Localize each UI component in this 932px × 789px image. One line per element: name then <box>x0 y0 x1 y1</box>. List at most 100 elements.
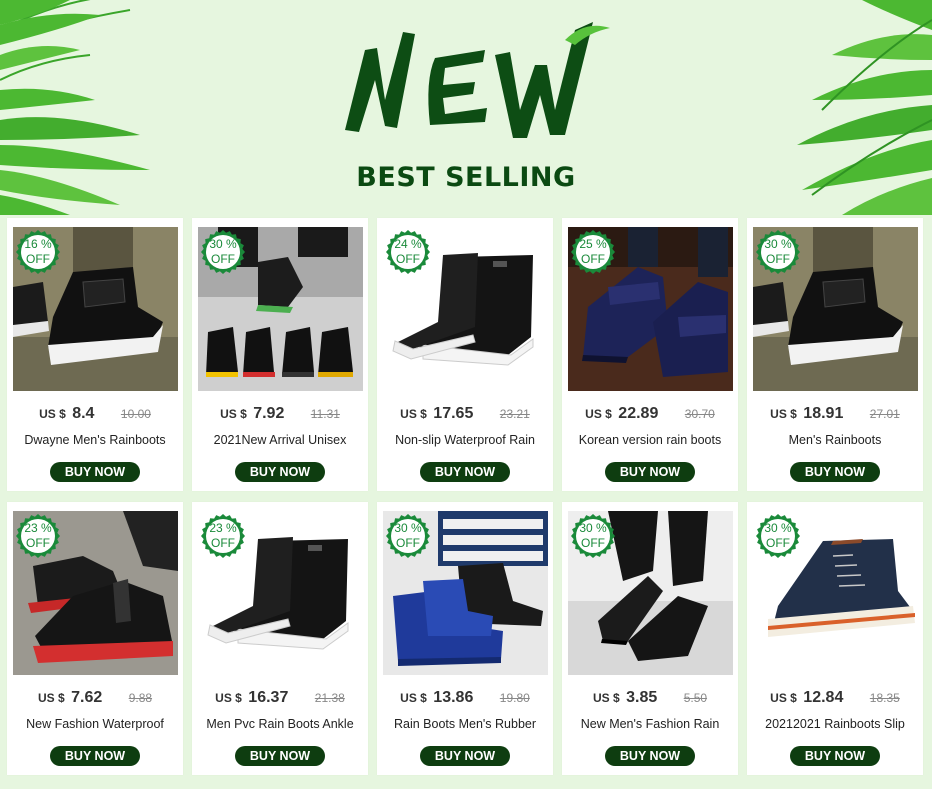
price-row: US $ 18.91 27.01 <box>747 405 923 423</box>
currency-label: US $ <box>215 691 242 705</box>
discount-badge: 25 % OFF <box>571 230 615 274</box>
original-price: 5.50 <box>683 691 708 705</box>
original-price: 21.38 <box>314 691 345 705</box>
discount-off-label: OFF <box>26 252 50 266</box>
currency-label: US $ <box>585 407 612 421</box>
product-image[interactable]: 30 % OFF <box>383 511 548 675</box>
product-name[interactable]: Non-slip Waterproof Rain <box>385 433 545 447</box>
product-card[interactable]: 23 % OFF US $ 16.37 21.38 Men Pvc Rain B… <box>192 502 368 775</box>
discount-badge: 30 % OFF <box>201 230 245 274</box>
discount-badge: 30 % OFF <box>756 230 800 274</box>
buy-now-button[interactable]: BUY NOW <box>605 462 695 482</box>
buy-now-button[interactable]: BUY NOW <box>235 746 325 766</box>
product-image[interactable]: 30 % OFF <box>753 511 918 675</box>
product-card[interactable]: 25 % OFF US $ 22.89 30.70 Korean version… <box>562 218 738 491</box>
buy-now-button[interactable]: BUY NOW <box>235 462 325 482</box>
product-card[interactable]: 30 % OFF US $ 18.91 27.01 Men's Rainboot… <box>747 218 923 491</box>
product-image[interactable]: 30 % OFF <box>753 227 918 391</box>
discount-off-label: OFF <box>581 536 605 550</box>
price-row: US $ 8.4 10.00 <box>7 405 183 423</box>
buy-now-button[interactable]: BUY NOW <box>790 462 880 482</box>
discount-badge: 23 % OFF <box>16 514 60 558</box>
buy-now-button[interactable]: BUY NOW <box>605 746 695 766</box>
sale-price: 7.92 <box>253 405 285 422</box>
sale-price: 17.65 <box>433 405 474 422</box>
discount-badge: 24 % OFF <box>386 230 430 274</box>
currency-label: US $ <box>400 691 427 705</box>
discount-percent: 23 % <box>209 521 237 535</box>
currency-label: US $ <box>39 407 66 421</box>
currency-label: US $ <box>770 407 797 421</box>
product-image[interactable]: 24 % OFF <box>383 227 548 391</box>
buy-now-button[interactable]: BUY NOW <box>790 746 880 766</box>
discount-off-label: OFF <box>766 252 790 266</box>
product-name[interactable]: Korean version rain boots <box>570 433 730 447</box>
sale-price: 18.91 <box>803 405 844 422</box>
original-price: 18.35 <box>869 691 900 705</box>
buy-now-button[interactable]: BUY NOW <box>420 746 510 766</box>
sale-price: 8.4 <box>72 405 95 422</box>
product-image[interactable]: 30 % OFF <box>568 511 733 675</box>
product-card[interactable]: 30 % OFF US $ 3.85 5.50 New Men's Fashio… <box>562 502 738 775</box>
price-row: US $ 7.92 11.31 <box>192 405 368 423</box>
product-name[interactable]: New Men's Fashion Rain <box>570 717 730 731</box>
product-name[interactable]: Men's Rainboots <box>755 433 915 447</box>
currency-label: US $ <box>770 691 797 705</box>
discount-off-label: OFF <box>396 252 420 266</box>
product-image[interactable]: 25 % OFF <box>568 227 733 391</box>
price-row: US $ 13.86 19.80 <box>377 689 553 707</box>
discount-percent: 30 % <box>764 521 792 535</box>
discount-percent: 25 % <box>579 237 607 251</box>
discount-percent: 23 % <box>24 521 52 535</box>
product-card[interactable]: 30 % OFF US $ 13.86 19.80 Rain Boots Men… <box>377 502 553 775</box>
product-name[interactable]: Rain Boots Men's Rubber <box>385 717 545 731</box>
discount-badge: 30 % OFF <box>571 514 615 558</box>
buy-now-button[interactable]: BUY NOW <box>420 462 510 482</box>
price-row: US $ 17.65 23.21 <box>377 405 553 423</box>
product-card[interactable]: 30 % OFF US $ 7.92 11.31 2021New Arrival… <box>192 218 368 491</box>
product-card[interactable]: 23 % OFF US $ 7.62 9.88 New Fashion Wate… <box>7 502 183 775</box>
product-card[interactable]: 16 % OFF US $ 8.4 10.00 Dwayne Men's Rai… <box>7 218 183 491</box>
original-price: 30.70 <box>684 407 715 421</box>
product-image[interactable]: 23 % OFF <box>13 511 178 675</box>
discount-badge: 30 % OFF <box>386 514 430 558</box>
product-name[interactable]: Dwayne Men's Rainboots <box>15 433 175 447</box>
product-image[interactable]: 16 % OFF <box>13 227 178 391</box>
product-image[interactable]: 23 % OFF <box>198 511 363 675</box>
best-selling-heading: BEST SELLING <box>356 162 576 193</box>
product-name[interactable]: 20212021 Rainboots Slip <box>755 717 915 731</box>
price-row: US $ 12.84 18.35 <box>747 689 923 707</box>
sale-price: 16.37 <box>248 689 289 706</box>
product-image[interactable]: 30 % OFF <box>198 227 363 391</box>
product-name[interactable]: New Fashion Waterproof <box>15 717 175 731</box>
sale-price: 3.85 <box>626 689 658 706</box>
currency-label: US $ <box>592 691 620 705</box>
discount-off-label: OFF <box>396 536 420 550</box>
price-row: US $ 16.37 21.38 <box>192 689 368 707</box>
product-card[interactable]: 24 % OFF US $ 17.65 23.21 Non-slip Water… <box>377 218 553 491</box>
original-price: 10.00 <box>120 407 151 421</box>
discount-badge: 16 % OFF <box>16 230 60 274</box>
product-name[interactable]: 2021New Arrival Unisex <box>200 433 360 447</box>
buy-now-button[interactable]: BUY NOW <box>50 462 140 482</box>
product-name[interactable]: Men Pvc Rain Boots Ankle <box>200 717 360 731</box>
price-row: US $ 7.62 9.88 <box>7 689 183 707</box>
discount-percent: 30 % <box>579 521 607 535</box>
discount-off-label: OFF <box>211 536 235 550</box>
price-row: US $ 22.89 30.70 <box>562 405 738 423</box>
original-price: 9.88 <box>128 691 153 705</box>
product-card[interactable]: 30 % OFF US $ 12.84 18.35 20212021 Rainb… <box>747 502 923 775</box>
discount-off-label: OFF <box>581 252 605 266</box>
discount-percent: 30 % <box>764 237 792 251</box>
sale-price: 13.86 <box>433 689 474 706</box>
discount-percent: 30 % <box>394 521 422 535</box>
original-price: 11.31 <box>310 407 340 421</box>
original-price: 27.01 <box>869 407 900 421</box>
discount-percent: 16 % <box>24 237 52 251</box>
discount-percent: 30 % <box>209 237 237 251</box>
buy-now-button[interactable]: BUY NOW <box>50 746 140 766</box>
discount-badge: 30 % OFF <box>756 514 800 558</box>
currency-label: US $ <box>220 407 247 421</box>
promo-header: BEST SELLING <box>0 0 932 215</box>
sale-price: 12.84 <box>803 689 844 706</box>
